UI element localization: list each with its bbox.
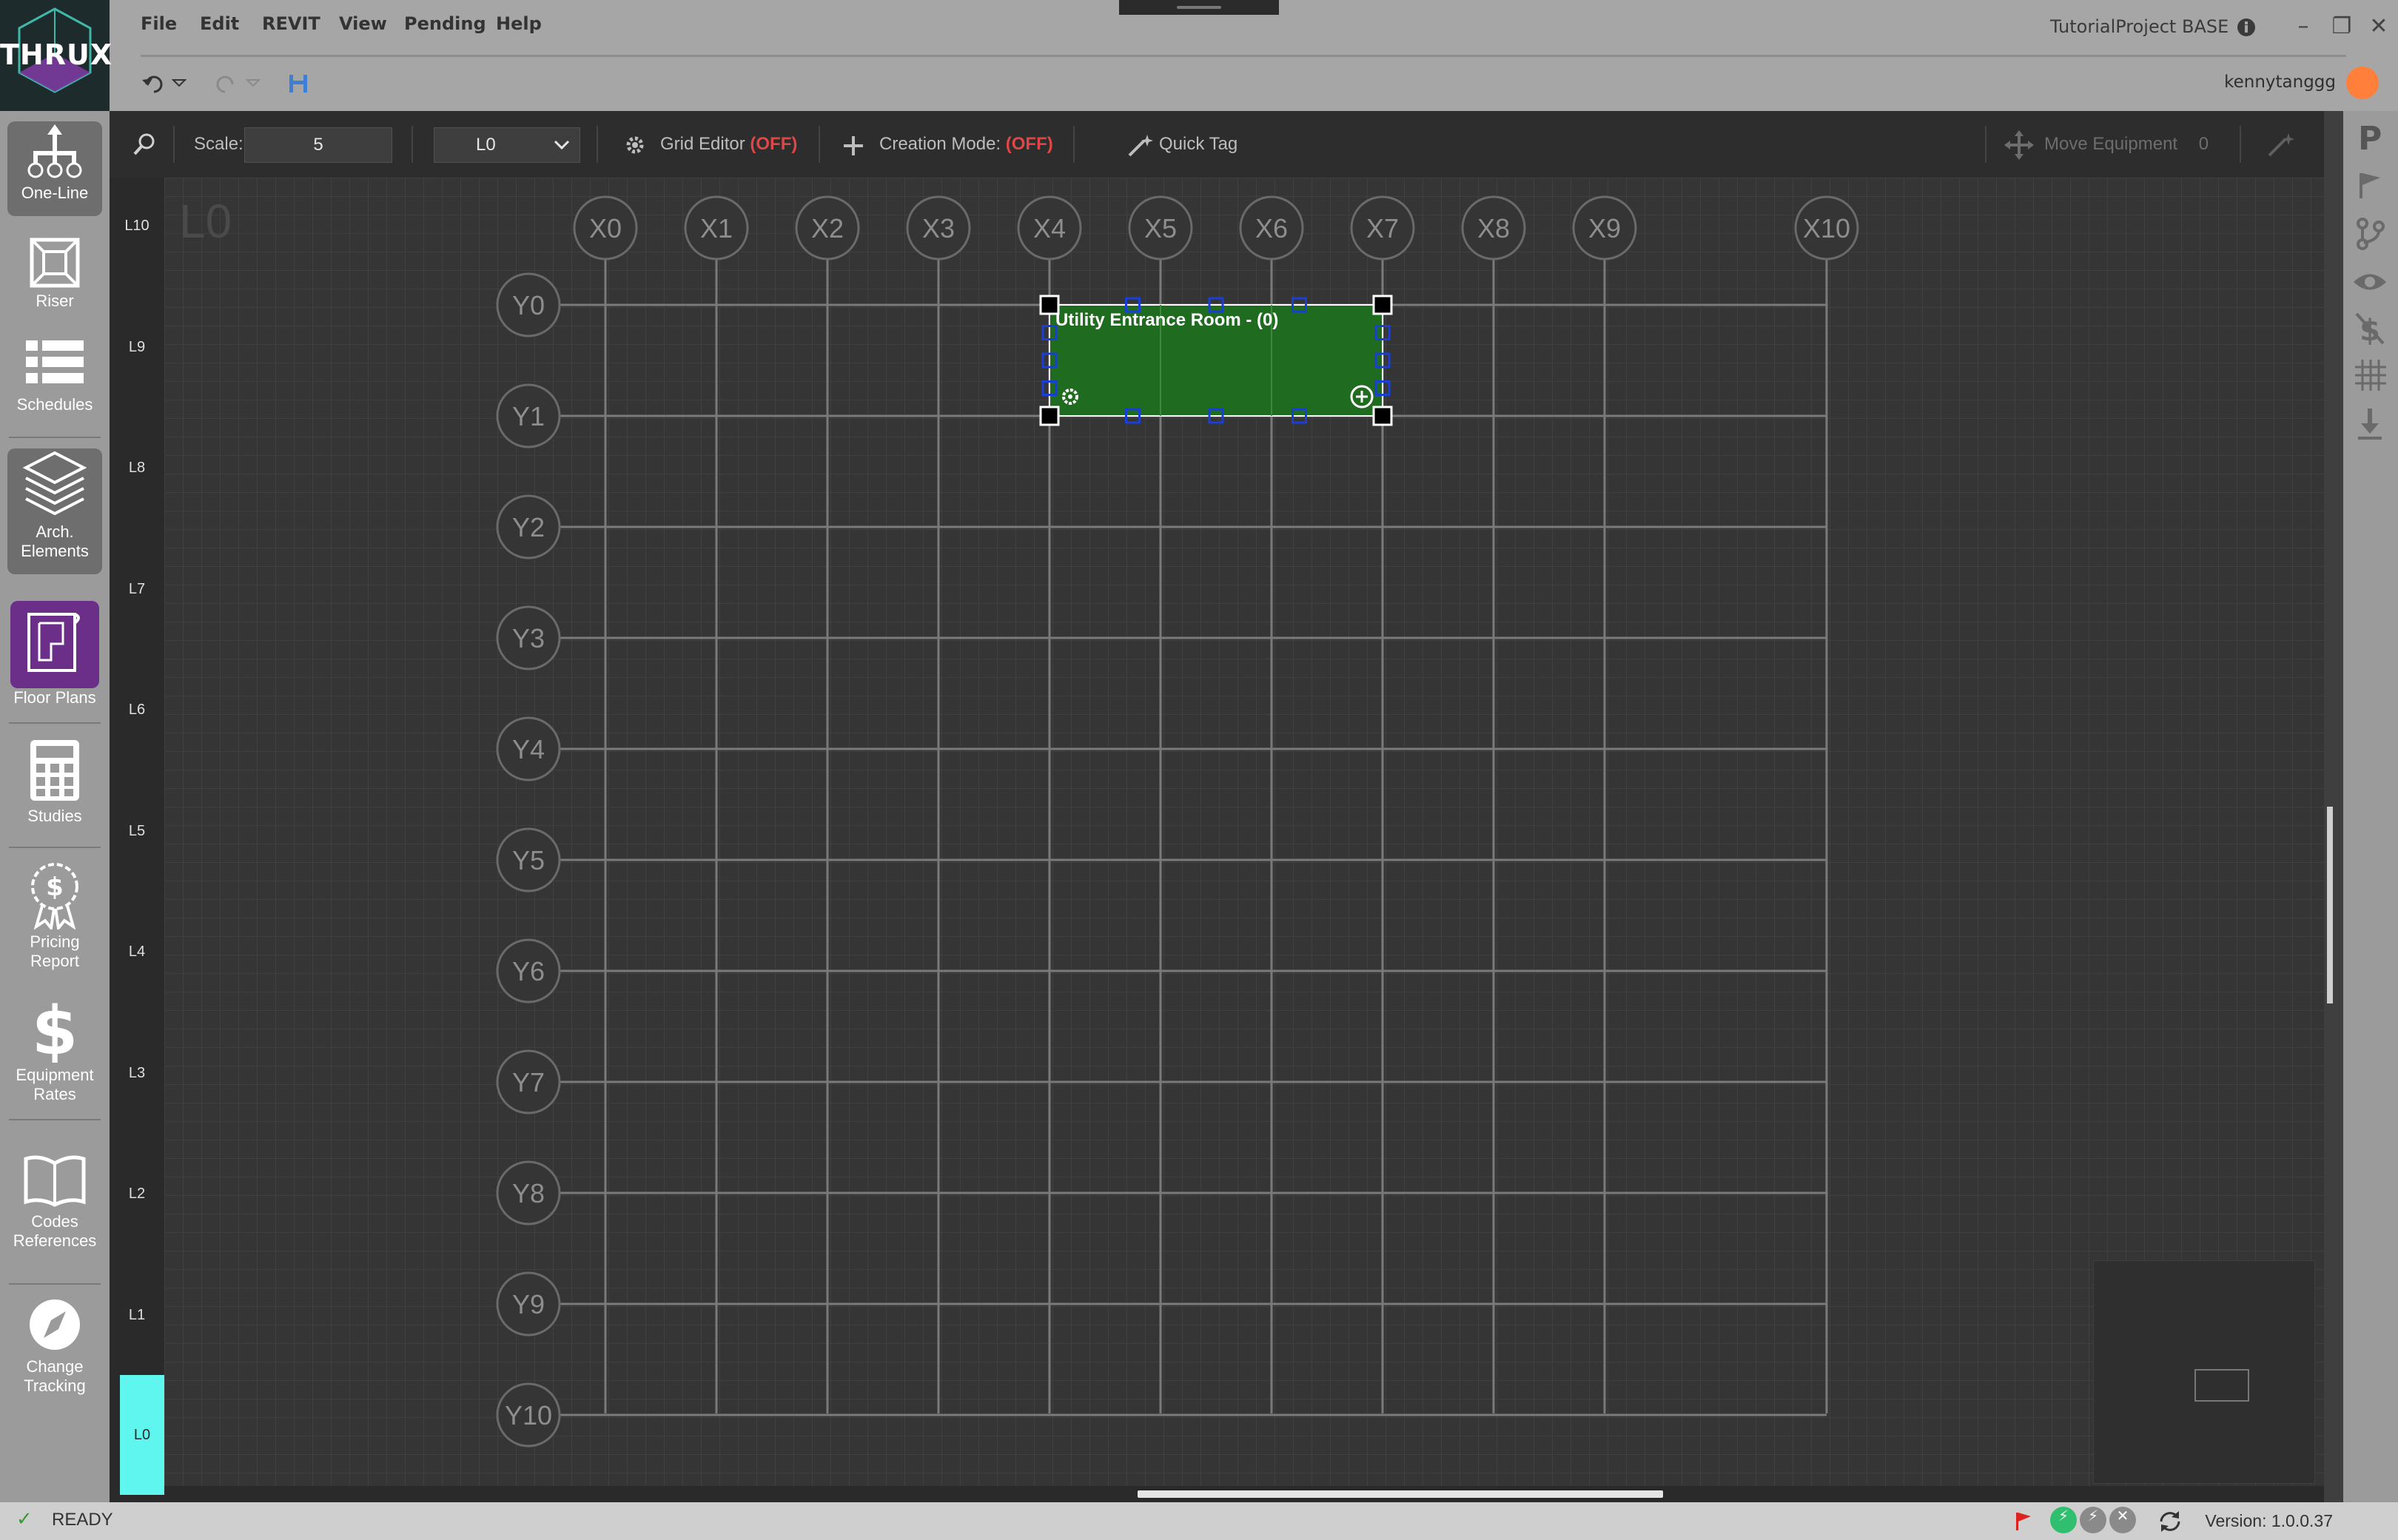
grid-bubble-label: X3 [922, 213, 955, 243]
minimap[interactable] [2093, 1260, 2315, 1484]
grid-bubble-label: X10 [1803, 213, 1850, 243]
horizontal-scrollbar[interactable] [164, 1486, 2324, 1502]
no-dollar-icon[interactable]: $ [2354, 309, 2386, 346]
minimap-viewport[interactable] [2194, 1369, 2249, 1402]
grid-bubble-label: X4 [1033, 213, 1066, 243]
status-bar: ✓ READY ⚡ ⚡ ✕ Version: 1.0.0.37 [0, 1502, 2398, 1540]
eye-icon[interactable] [2352, 269, 2388, 295]
status-ready: READY [52, 1510, 113, 1530]
grid-bubble-label: Y7 [512, 1067, 545, 1097]
grid-bubble-label: X9 [1588, 213, 1621, 243]
grid-bubble-label: Y3 [512, 623, 545, 653]
grid-icon[interactable] [2354, 358, 2388, 392]
disconnect-status-icon[interactable]: ✕ [2109, 1507, 2136, 1533]
download-icon[interactable] [2355, 407, 2385, 441]
grid-bubble-label: Y6 [512, 956, 545, 986]
horizontal-scroll-thumb[interactable] [1138, 1490, 1663, 1498]
grid-bubble-label: Y10 [505, 1400, 552, 1430]
grid-bubble-label: X5 [1144, 213, 1177, 243]
vertical-scroll-thumb[interactable] [2327, 807, 2333, 1003]
vertical-scrollbar[interactable] [2324, 111, 2343, 1502]
room-resize-handle[interactable] [1372, 295, 1393, 315]
power-status-icon[interactable]: ⚡ [2080, 1507, 2106, 1533]
grid-bubble-label: Y8 [512, 1178, 545, 1208]
branch-icon[interactable] [2355, 218, 2385, 250]
room-resize-handle[interactable] [1039, 295, 1060, 315]
connection-status-icon[interactable]: ⚡ [2050, 1507, 2077, 1533]
grid-bubble-label: Y2 [512, 512, 545, 542]
flag-icon[interactable] [2355, 170, 2385, 200]
version-label: Version: 1.0.0.37 [2205, 1511, 2333, 1530]
room-resize-handle[interactable] [1372, 406, 1393, 426]
grid-bubble-label: X1 [700, 213, 733, 243]
sync-icon[interactable] [2157, 1508, 2183, 1535]
svg-text:P: P [2358, 120, 2382, 152]
grid-bubble-label: Y9 [512, 1289, 545, 1319]
room-label: Utility Entrance Room - (0) [1055, 310, 1278, 330]
grid-bubble-label: Y0 [512, 290, 545, 320]
ready-check-icon: ✓ [16, 1508, 33, 1530]
right-tool-rail: P $ [2343, 111, 2398, 1502]
red-flag-icon[interactable] [2012, 1510, 2034, 1532]
grid-bubble-label: Y4 [512, 734, 545, 764]
grid-bubble-label: X8 [1477, 213, 1510, 243]
grid-bubble-label: X6 [1255, 213, 1288, 243]
grid-bubble-label: Y5 [512, 845, 545, 875]
room-resize-handle[interactable] [1039, 406, 1060, 426]
grid-overlay: X0 X1 X2 X3 X4 X5 X6 X7 X8 X9 X10 Y0 Y1 Y2 Y3 Y4 Y5 Y6 Y7 Y… [496, 195, 1859, 1447]
p-icon[interactable]: P [2355, 120, 2385, 152]
grid-bubble-label: Y1 [512, 401, 545, 431]
grid-bubble-label: X2 [811, 213, 844, 243]
grid-bubble-label: X7 [1366, 213, 1399, 243]
grid-bubble-label: X0 [589, 213, 622, 243]
